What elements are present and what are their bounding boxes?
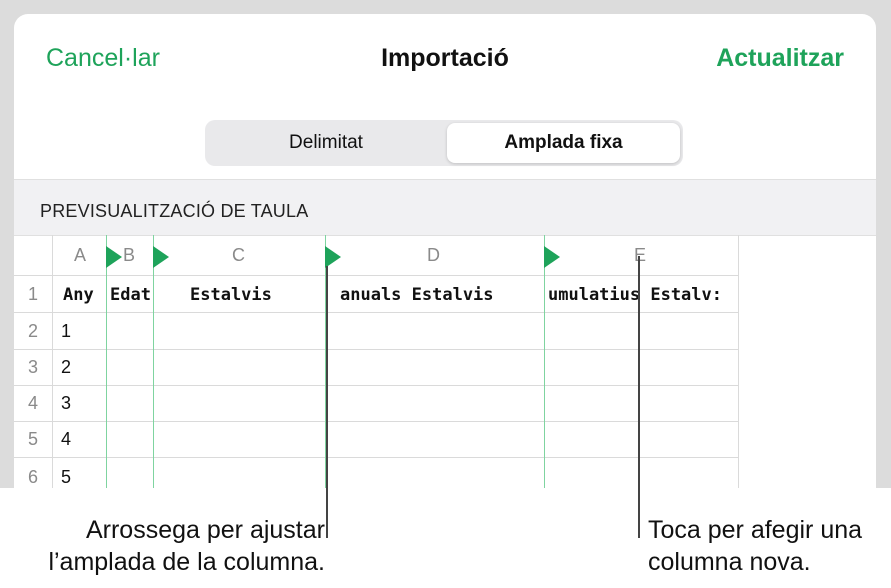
import-dialog: Cancel·lar Importació Actualitzar Delimi… (14, 14, 876, 488)
caption-drag: Arrossega per ajustar l’amplada de la co… (48, 514, 325, 578)
grid-line (14, 312, 738, 313)
table-cell: 4 (61, 429, 72, 449)
table-cell: Edat (110, 285, 151, 305)
grid-line (14, 457, 738, 458)
caption-drag-line-2: l’amplada de la columna. (48, 548, 325, 576)
table-preview-label: PREVISUALITZACIÓ DE TAULA (40, 201, 309, 221)
column-header-c: C (232, 245, 245, 265)
update-button[interactable]: Actualitzar (716, 44, 844, 73)
segment-delimited[interactable]: Delimitat (208, 123, 444, 163)
table-cell: 2 (61, 357, 72, 377)
row-number: 2 (27, 321, 38, 341)
row-number: 5 (27, 429, 38, 449)
row-number: 6 (27, 467, 38, 487)
table-preview-grid: A B C D E 1 2 3 4 5 6 Any Edat Estalvis … (14, 235, 876, 488)
column-divider[interactable] (544, 235, 545, 488)
column-divider-handle[interactable] (325, 246, 341, 268)
table-cell: 5 (61, 467, 72, 487)
row-number: 4 (27, 393, 38, 413)
column-header-b: B (123, 245, 136, 265)
column-header-a: A (74, 245, 87, 265)
callout-line-add-column (638, 256, 640, 538)
column-header-e: E (634, 245, 647, 265)
row-number: 3 (27, 357, 38, 377)
grid-line (14, 421, 738, 422)
caption-drag-line-1: Arrossega per ajustar (85, 516, 325, 544)
row-number: 1 (27, 284, 38, 304)
column-divider-handle[interactable] (106, 246, 122, 268)
table-cell: 3 (61, 393, 72, 413)
table-cell: Estalvis (190, 285, 272, 305)
table-cell: anuals Estalvis (340, 285, 494, 305)
table-cell: 1 (61, 321, 72, 341)
column-divider[interactable] (106, 235, 107, 488)
column-divider-handle[interactable] (544, 246, 560, 268)
grid-line (14, 275, 738, 276)
callout-line-drag (326, 266, 328, 538)
caption-add-column-line-1: Toca per afegir una (648, 516, 863, 544)
table-cell: umulatius Estalv: (548, 285, 722, 305)
caption-add-column-line-2: columna nova. (648, 548, 811, 576)
grid-line (738, 235, 739, 488)
import-mode-segmented-control: Delimitat Amplada fixa (205, 120, 683, 166)
column-divider[interactable] (153, 235, 154, 488)
column-header-d: D (427, 245, 440, 265)
grid-line (14, 385, 738, 386)
grid-line (52, 235, 53, 488)
caption-add-column: Toca per afegir una columna nova. (648, 514, 862, 578)
column-divider-handle[interactable] (153, 246, 169, 268)
table-cell: Any (63, 285, 94, 305)
segment-fixed-width[interactable]: Amplada fixa (447, 123, 680, 163)
grid-line (14, 349, 738, 350)
